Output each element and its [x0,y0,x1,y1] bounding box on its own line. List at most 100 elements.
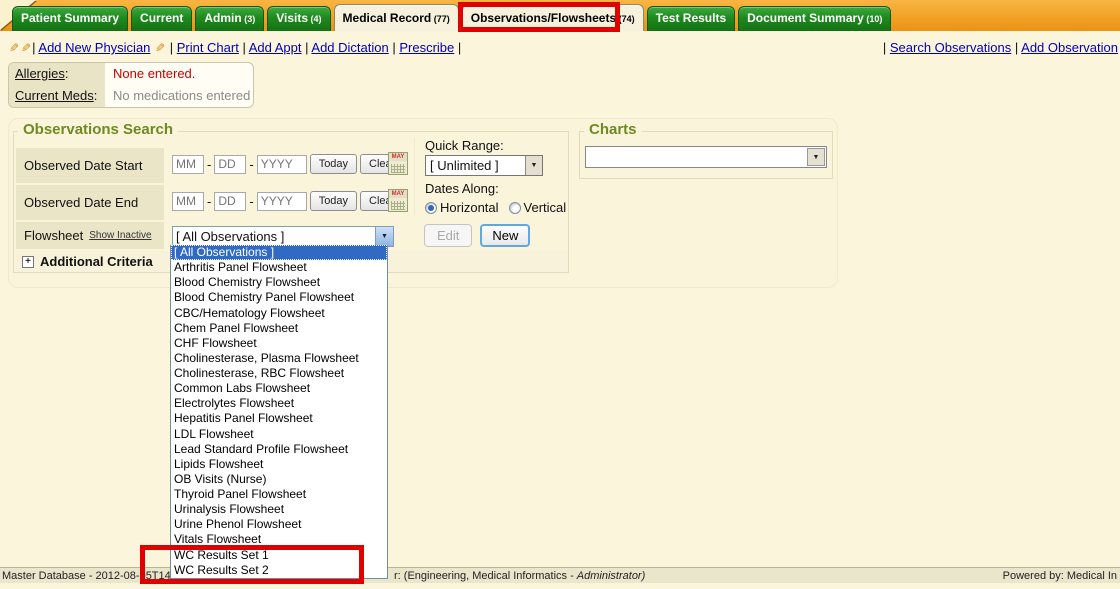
expand-plus-icon[interactable]: + [22,256,34,268]
dropdown-option-cholinesterase-rbc-flowsheet[interactable]: Cholinesterase, RBC Flowsheet [171,366,387,381]
radio-vertical[interactable]: Vertical [509,200,567,215]
start-year-input[interactable] [257,155,307,174]
link-prescribe[interactable]: Prescribe [399,40,454,55]
dropdown-option-lipids-flowsheet[interactable]: Lipids Flowsheet [171,457,387,472]
dropdown-option-vitals-flowsheet[interactable]: Vitals Flowsheet [171,532,387,547]
toolbar-right-links: | Search Observations | Add Observation [883,40,1118,55]
end-year-input[interactable] [257,192,307,211]
allergies-link[interactable]: Allergies [15,66,65,81]
dropdown-option-chf-flowsheet[interactable]: CHF Flowsheet [171,336,387,351]
new-button[interactable]: New [480,224,530,247]
dropdown-option--all-observations-[interactable]: [ All Observations ] [171,245,387,260]
dropdown-option-thyroid-panel-flowsheet[interactable]: Thyroid Panel Flowsheet [171,487,387,502]
dropdown-option-wc-results-set-2[interactable]: WC Results Set 2 [171,563,387,578]
tab-current[interactable]: Current [131,6,192,31]
dropdown-option-urinalysis-flowsheet[interactable]: Urinalysis Flowsheet [171,502,387,517]
status-bar: Master Database - 2012-08-05T14:25: r: (… [0,567,1120,583]
radio-unselected-icon [509,202,521,214]
allergies-value: None entered. [105,63,195,85]
quick-range-select[interactable]: [ Unlimited ] ▼ [425,155,543,176]
allergies-label-cell: Allergies: [9,63,105,85]
radio-selected-icon [425,202,437,214]
dropdown-option-ldl-flowsheet[interactable]: LDL Flowsheet [171,427,387,442]
tab-count-badge: (3) [242,14,256,24]
link-add-new-physician[interactable]: Add New Physician [38,40,150,55]
date-dash: - [207,157,211,172]
tab-admin[interactable]: Admin (3) [195,6,264,31]
tab-test-results[interactable]: Test Results [647,6,735,31]
chevron-down-icon[interactable]: ▼ [525,156,542,175]
dropdown-option-lead-standard-profile-flowsheet[interactable]: Lead Standard Profile Flowsheet [171,442,387,457]
link-print-chart[interactable]: Print Chart [177,40,239,55]
pencil-edit-icon[interactable]: ✎ [9,41,19,55]
calendar-month-label: MAY [389,190,407,198]
link-search-observations[interactable]: Search Observations [890,40,1011,55]
end-month-input[interactable] [172,192,204,211]
calendar-grid [391,164,405,173]
tab-label: Test Results [656,11,726,25]
tab-medical-record[interactable]: Medical Record (77) [334,4,459,31]
status-powered-by: Powered by: Medical In [1003,570,1117,582]
dropdown-option-common-labs-flowsheet[interactable]: Common Labs Flowsheet [171,381,387,396]
flowsheet-label-cell: Flowsheet Show Inactive [16,222,164,249]
flowsheet-buttons: Edit New [424,224,530,247]
date-dash: - [249,194,253,209]
link-add-dictation[interactable]: Add Dictation [311,40,388,55]
flowsheet-select[interactable]: [ All Observations ] ▼ [172,226,394,247]
dropdown-option-electrolytes-flowsheet[interactable]: Electrolytes Flowsheet [171,396,387,411]
radio-vertical-label: Vertical [524,200,567,215]
status-database-info: Master Database - 2012-08-05T14:25: [2,570,189,582]
tab-observations-flowsheets[interactable]: Observations/Flowsheets (74) [462,4,644,31]
tab-label: Visits [276,11,308,25]
dropdown-option-arthritis-panel-flowsheet[interactable]: Arthritis Panel Flowsheet [171,260,387,275]
charts-title: Charts [584,121,642,138]
tab-visits[interactable]: Visits (4) [267,6,330,31]
radio-horizontal[interactable]: Horizontal [425,200,499,215]
tab-count-badge: (10) [864,14,883,24]
link-add-appt[interactable]: Add Appt [249,40,302,55]
link-add-observation[interactable]: Add Observation [1021,40,1118,55]
pencil-edit-icon[interactable]: ✎ [21,41,31,55]
tab-strip: Patient SummaryCurrentAdmin (3)Visits (4… [12,4,891,31]
start-today-button[interactable]: Today [310,154,357,174]
radio-horizontal-label: Horizontal [440,200,499,215]
date-dash: - [207,194,211,209]
tab-count-badge: (4) [308,14,322,24]
tab-bar: Patient SummaryCurrentAdmin (3)Visits (4… [0,0,1120,31]
calendar-icon[interactable]: MAY [388,189,408,212]
end-today-button[interactable]: Today [310,191,357,211]
flowsheet-label: Flowsheet [24,228,83,243]
charts-select[interactable]: ▼ [585,146,827,168]
chevron-down-icon[interactable]: ▼ [807,148,825,166]
observations-search-title: Observations Search [18,121,178,138]
allergies-row: Allergies: None entered. [9,63,253,85]
edit-button[interactable]: Edit [424,224,472,247]
chevron-down-icon[interactable]: ▼ [375,227,393,246]
toolbar-left-links: ✎✎| Add New Physician ✎ | Print Chart | … [8,40,461,55]
dropdown-option-urine-phenol-flowsheet[interactable]: Urine Phenol Flowsheet [171,517,387,532]
tab-patient-summary[interactable]: Patient Summary [12,6,128,31]
dropdown-option-wc-results-set-1[interactable]: WC Results Set 1 [171,548,387,563]
dropdown-option-blood-chemistry-panel-flowsheet[interactable]: Blood Chemistry Panel Flowsheet [171,290,387,305]
dropdown-option-ob-visits-nurse-[interactable]: OB Visits (Nurse) [171,472,387,487]
dropdown-option-hepatitis-panel-flowsheet[interactable]: Hepatitis Panel Flowsheet [171,411,387,426]
show-inactive-link[interactable]: Show Inactive [89,230,151,241]
dropdown-option-chem-panel-flowsheet[interactable]: Chem Panel Flowsheet [171,321,387,336]
dropdown-option-cbc-hematology-flowsheet[interactable]: CBC/Hematology Flowsheet [171,306,387,321]
date-start-controls: - - Today Clear [172,154,404,174]
quick-range-label: Quick Range: [425,138,566,153]
tab-document-summary[interactable]: Document Summary (10) [738,6,891,31]
tab-label: Admin [204,11,241,25]
start-month-input[interactable] [172,155,204,174]
tab-label: Observations/Flowsheets [471,11,616,25]
start-day-input[interactable] [214,155,246,174]
additional-criteria-label: Additional Criteria [40,254,153,269]
date-dash: - [249,157,253,172]
calendar-icon[interactable]: MAY [388,152,408,175]
dropdown-option-cholinesterase-plasma-flowsheet[interactable]: Cholinesterase, Plasma Flowsheet [171,351,387,366]
current-meds-link[interactable]: Current Meds [15,88,94,103]
status-user-info: r: (Engineering, Medical Informatics - A… [394,570,645,582]
pencil-edit-icon[interactable]: ✎ [155,41,165,55]
end-day-input[interactable] [214,192,246,211]
dropdown-option-blood-chemistry-flowsheet[interactable]: Blood Chemistry Flowsheet [171,275,387,290]
